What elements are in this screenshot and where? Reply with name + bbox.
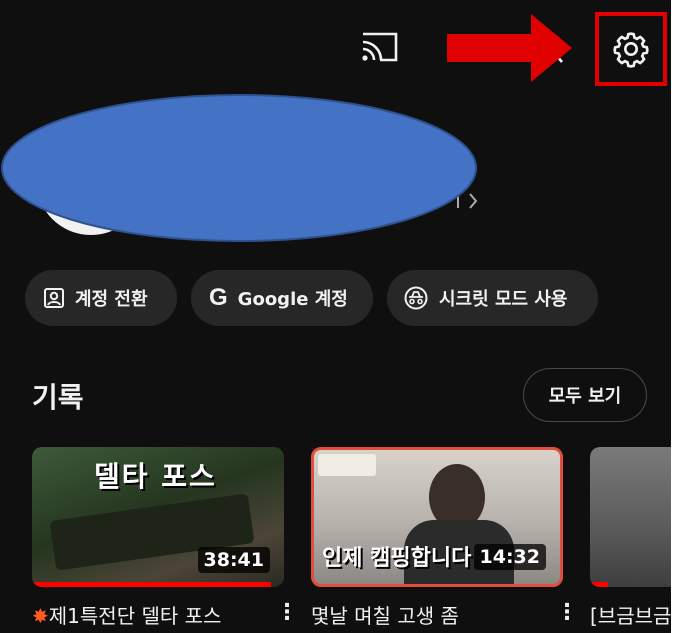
video-title-3[interactable]: [브금브금: [590, 600, 671, 629]
video-title-2[interactable]: 몇날 며칠 고생 좀: [311, 600, 459, 629]
video-duration-1: 38:41: [197, 547, 270, 573]
video-menu-button-2[interactable]: ⋮: [556, 600, 578, 625]
video-duration-2: 14:32: [473, 544, 546, 570]
switch-account-label: 계정 전환: [75, 289, 148, 310]
video-thumbnail-1[interactable]: 델타 포스 38:41: [32, 447, 284, 587]
view-all-button[interactable]: 모두 보기: [523, 368, 647, 422]
incognito-icon: [403, 286, 429, 310]
incognito-chip[interactable]: 시크릿 모드 사용: [387, 270, 598, 326]
history-title: 기록: [32, 381, 84, 414]
watch-progress-1: [32, 582, 272, 587]
google-account-chip[interactable]: G Google 계정: [191, 270, 373, 326]
thumbnail-caption: 인제 캠핑합니다: [322, 546, 472, 571]
video-menu-button-1[interactable]: ⋮: [276, 600, 298, 625]
switch-account-chip[interactable]: 계정 전환: [25, 270, 177, 326]
watch-progress-3: [590, 582, 608, 587]
account-box-icon: [43, 287, 65, 309]
video-thumbnail-2[interactable]: 인제 캠핑합니다 14:32: [311, 447, 563, 587]
google-account-label: Google 계정: [237, 289, 348, 310]
annotation-arrow: [447, 14, 572, 82]
incognito-label: 시크릿 모드 사용: [439, 289, 568, 310]
channel-logo-icon: [318, 454, 376, 476]
video-title-1[interactable]: ✸제1특전단 델타 포스: [32, 600, 221, 629]
cast-button[interactable]: [358, 28, 402, 66]
redaction-ellipse: [0, 93, 478, 243]
thumbnail-caption: 델타 포스: [94, 460, 217, 493]
video-thumbnail-3[interactable]: [590, 447, 671, 587]
settings-button[interactable]: [595, 12, 667, 86]
google-g-icon: G: [209, 284, 228, 311]
cast-icon: [362, 32, 398, 62]
explosion-icon: ✸: [32, 604, 49, 628]
gear-icon: [613, 32, 649, 68]
youtube-account-screen: 계정 전환 G Google 계정 시크릿 모드 사용 기록 모두 보기 델타 …: [0, 0, 671, 633]
